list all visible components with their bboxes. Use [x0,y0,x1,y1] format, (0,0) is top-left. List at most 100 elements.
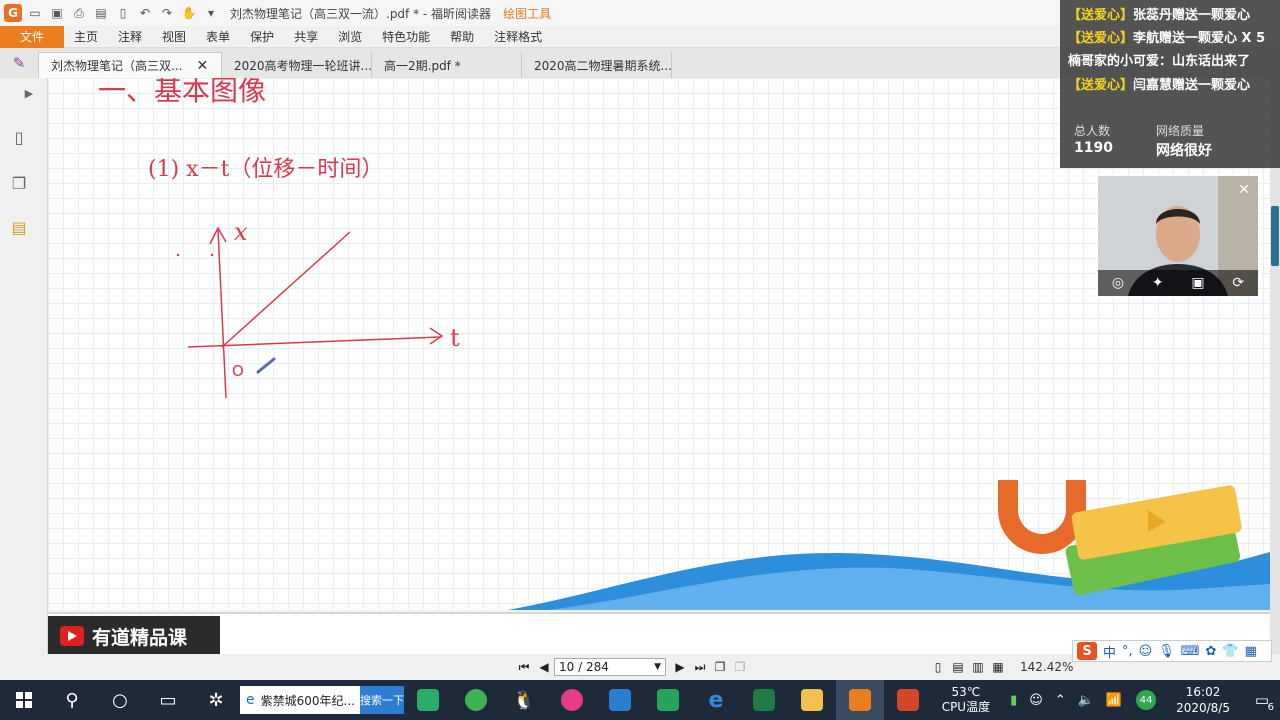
volume-icon[interactable]: 🔈 [1078,693,1094,708]
wifi-icon[interactable]: 📶 [1106,693,1122,708]
xt-graph [187,226,444,399]
fit-page-icon[interactable]: ❐ [710,657,730,677]
search-icon[interactable]: ⚲ [48,680,96,720]
save-icon[interactable]: ▣ [48,4,66,22]
pages-icon[interactable]: ❐ [8,172,30,194]
portrait-icon[interactable]: ▣ [1191,275,1204,291]
mail-icon[interactable] [596,680,644,720]
ime-toolbar: S 中 °, ☺ 🎙 ⌨ ✿ 👕 ▦ [1072,640,1272,662]
excel-icon[interactable] [740,680,788,720]
facing-view-icon[interactable]: ▥ [968,657,988,677]
tab-document-4[interactable]: 2020高二物理暑期系统... [522,52,672,78]
cortana-icon[interactable]: ○ [96,680,144,720]
foxit-logo-icon: ✎ [12,54,26,72]
next-page-icon[interactable]: ▶ [670,657,690,677]
graph-x-axis [217,229,227,399]
scan-icon[interactable]: ▤ [92,4,110,22]
undo-icon[interactable]: ↶ [136,4,154,22]
skin-icon[interactable]: ✿ [1206,644,1217,659]
chevron-down-icon[interactable]: ▼ [654,662,661,672]
bookmarks-icon[interactable]: ▯ [8,126,30,148]
taskbar-search-button[interactable]: 搜索一下 [360,686,404,714]
person-icon[interactable]: ☺ [1029,693,1043,708]
ink-dot [176,253,180,257]
network-quality-label: 网络质量 [1156,124,1205,138]
task-view-icon[interactable]: ▭ [144,680,192,720]
cpu-temperature[interactable]: 53℃ CPU温度 [942,685,990,715]
close-icon[interactable]: ✕ [1238,182,1250,198]
menu-features[interactable]: 特色功能 [372,28,440,45]
menu-browse[interactable]: 浏览 [328,28,372,45]
cpu-temp-label: CPU温度 [941,700,991,714]
taskbar-search-field[interactable]: e 紫禁城600年纪... [240,686,360,714]
qq-icon[interactable]: 🐧 [500,680,548,720]
continuous-facing-view-icon[interactable]: ▦ [988,657,1008,677]
single-page-view-icon[interactable]: ▯ [928,657,948,677]
rotate-icon[interactable]: ⟳ [1232,275,1244,291]
webcam-overlay[interactable]: ✕ ◎ ✦ ▣ ⟳ [1098,176,1258,296]
notification-center-icon[interactable]: ▭ 6 [1244,691,1280,713]
fit-width-icon[interactable]: ❐ [730,657,750,677]
menu-view[interactable]: 视图 [152,28,196,45]
continuous-view-icon[interactable]: ▤ [948,657,968,677]
menu-file[interactable]: 文件 [0,25,64,48]
edge-icon[interactable]: e [692,680,740,720]
browser-360-icon[interactable] [452,680,500,720]
windows-start-icon[interactable] [0,680,48,720]
menu-protect[interactable]: 保护 [240,28,284,45]
print-icon[interactable]: ⎙ [70,4,88,22]
menu-annotate[interactable]: 注释 [108,28,152,45]
close-icon[interactable]: ✕ [196,58,208,74]
menu-help[interactable]: 帮助 [440,28,484,45]
tab-document-2[interactable]: 2020高考物理一轮班讲... [222,52,372,78]
wechat-icon[interactable] [404,680,452,720]
ime-mode[interactable]: 中 [1103,642,1116,661]
note-subheading: (1) x－t（位移－时间） [148,157,383,182]
foxit-app-icon[interactable]: G [4,4,22,22]
security-badge[interactable]: 44 [1136,690,1157,710]
open-folder-icon[interactable]: ▭ [26,4,44,22]
expand-panel-icon[interactable]: ▶ [18,82,40,104]
show-hidden-icons-icon[interactable]: ⌃ [1055,693,1066,708]
camera-icon[interactable]: ◎ [1112,275,1124,291]
menu-form[interactable]: 表单 [196,28,240,45]
powerpoint-icon[interactable] [884,680,932,720]
photos-app-icon[interactable] [548,680,596,720]
file-explorer-icon[interactable] [788,680,836,720]
first-page-icon[interactable]: ⏮ [514,657,534,677]
beauty-wand-icon[interactable]: ✦ [1152,275,1164,291]
menu-annotation-format[interactable]: 注释格式 [484,28,552,45]
menu-share[interactable]: 共享 [284,28,328,45]
emoji-icon[interactable]: ☺ [1139,644,1153,659]
last-page-icon[interactable]: ⏭ [690,657,710,677]
scrollbar-thumb[interactable] [1271,206,1279,266]
live-gift-feed: 【送爱心】张蕊丹赠送一颗爱心 【送爱心】李航赠送一颗爱心 X 5 楠哥家的小可爱… [1060,0,1280,168]
battery-icon[interactable]: ▮ [1010,693,1017,708]
microphone-icon[interactable]: 🎙 [1158,644,1175,659]
page-number-field[interactable]: 10 / 284 ▼ [554,658,666,676]
greenboard-app-icon[interactable] [644,680,692,720]
comments-icon[interactable]: ▤ [8,216,30,238]
clock[interactable]: 16:02 2020/8/5 [1176,684,1230,716]
zoom-level[interactable]: 142.42% [1020,660,1073,674]
clock-date: 2020/8/5 [1176,701,1230,715]
tab-document-1[interactable]: 刘杰物理笔记（高三双... ✕ [38,52,222,78]
new-doc-icon[interactable]: ▯ [114,4,132,22]
hand-tool-icon[interactable]: ✋ [180,4,198,22]
grid-menu-icon[interactable]: ▦ [1245,644,1257,659]
drawing-tools-context[interactable]: 绘图工具 [503,5,551,22]
menu-home[interactable]: 主页 [64,28,108,45]
page-number-value: 10 / 284 [559,660,609,674]
pinwheel-app-icon[interactable]: ✲ [192,680,240,720]
sogou-logo-icon[interactable]: S [1077,642,1097,660]
feed-message: 楠哥家的小可爱：山东话出来了 [1068,54,1251,69]
keyboard-icon[interactable]: ⌨ [1181,644,1200,659]
prev-page-icon[interactable]: ◀ [534,657,554,677]
foxit-reader-taskbar-icon[interactable] [836,680,884,720]
youdao-watermark: 有道精品课 [48,616,220,656]
shirt-icon[interactable]: 👕 [1222,644,1238,659]
redo-icon[interactable]: ↷ [158,4,176,22]
tab-document-3[interactable]: 高一2期.pdf * [372,52,522,78]
customize-dropdown-icon[interactable]: ▾ [202,4,220,22]
ime-punctuation[interactable]: °, [1122,644,1133,659]
